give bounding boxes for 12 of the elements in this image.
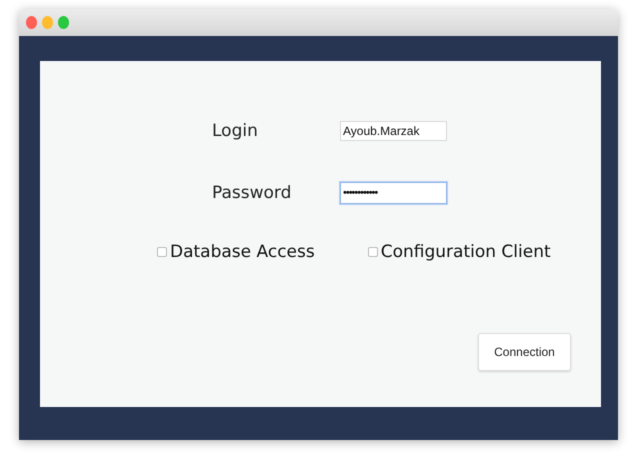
window-control-icon[interactable]: [42, 16, 53, 29]
password-field[interactable]: ••••••••••••: [340, 182, 447, 204]
checkbox-label: Configuration Client: [380, 242, 551, 262]
checkbox[interactable]: [368, 247, 378, 257]
checkbox-label: Database Access: [170, 242, 315, 262]
field-label: Password: [212, 183, 292, 203]
window-control-icon[interactable]: [58, 16, 69, 29]
window-control-icon[interactable]: [26, 16, 37, 29]
field-label: Login: [212, 121, 259, 141]
login-field[interactable]: Ayoub.Marzak: [340, 121, 447, 141]
checkbox[interactable]: [157, 247, 167, 257]
connection-button[interactable]: Connection: [478, 333, 571, 371]
